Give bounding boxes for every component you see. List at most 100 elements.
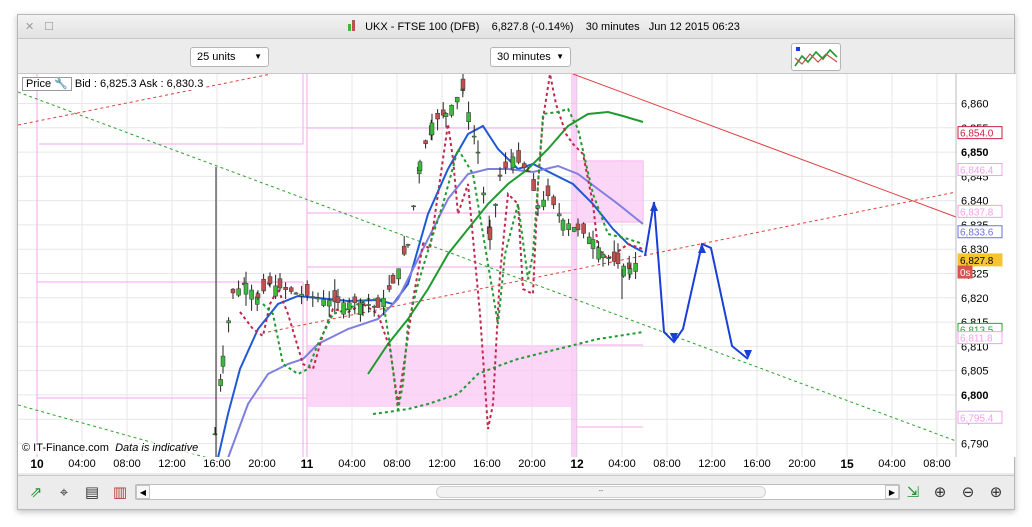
candle-bull [417, 161, 423, 171]
export-icon[interactable]: ⇗ [26, 482, 46, 502]
y-tick-label: 6,860 [961, 99, 989, 111]
candle-bull [443, 112, 449, 117]
x-tick-label: 04:00 [878, 458, 906, 470]
studies-icon[interactable]: ▥ [110, 482, 130, 502]
x-tick-label: 10 [30, 457, 44, 471]
candle-bull [633, 262, 638, 272]
interval-select[interactable]: 30 minutes ▼ [490, 47, 571, 67]
price-tag: 6,827.8 [957, 253, 1003, 267]
candle-bull [466, 112, 471, 122]
units-select[interactable]: 25 units ▼ [190, 47, 269, 67]
candle-bull [396, 268, 401, 280]
scroll-left-button[interactable]: ◀ [136, 485, 150, 499]
candle [460, 74, 466, 95]
candle-bull [411, 205, 416, 208]
candle [487, 219, 493, 250]
trend-indicator-button[interactable] [791, 43, 841, 71]
autoscale-icon[interactable]: ⇲ [903, 482, 923, 502]
candle-bear [460, 78, 466, 90]
close-icon[interactable]: ✕ [25, 20, 34, 33]
candle-bear [521, 163, 527, 169]
candle-bull [236, 288, 241, 296]
instrument-datetime: Jun 12 2015 06:23 [648, 21, 740, 33]
candle-bear [335, 296, 341, 303]
price-label[interactable]: Price 🔧 [22, 77, 72, 91]
x-tick-label: 08:00 [923, 458, 951, 470]
candle-bull [471, 135, 477, 138]
projection-arrows [644, 201, 752, 360]
candle [435, 109, 440, 131]
x-tick-label: 08:00 [113, 458, 141, 470]
maximize-icon[interactable]: ☐ [44, 20, 54, 33]
candle [545, 178, 551, 201]
candle [615, 243, 621, 269]
zoom-out-icon[interactable]: ⊖ [958, 482, 978, 502]
candle [332, 279, 338, 313]
candle-bull [243, 282, 249, 295]
candle-bull [481, 192, 486, 196]
x-tick-label: 20:00 [248, 458, 276, 470]
x-tick-label: 15 [840, 457, 854, 471]
drawing-tools-icon[interactable]: ▤ [82, 482, 102, 502]
ma-long [367, 110, 644, 375]
trend-icon [794, 47, 838, 67]
x-tick-label: 04:00 [338, 458, 366, 470]
candle-bear [487, 227, 493, 240]
price-tag-label: 6,795.4 [960, 413, 994, 424]
zoom-fit-icon[interactable]: ⊕ [930, 482, 950, 502]
candle-bear [352, 296, 358, 303]
candle [288, 286, 294, 295]
candle-bull [493, 203, 498, 206]
candle-bull [600, 253, 606, 259]
candle [611, 240, 617, 266]
candle-bear [611, 251, 617, 262]
candle-bull [293, 292, 299, 295]
price-tag-label: 6,837.8 [960, 207, 994, 218]
candle [273, 274, 278, 300]
candle [326, 291, 332, 317]
chevron-down-icon: ▼ [254, 52, 262, 61]
y-tick-label: 6,820 [961, 293, 989, 305]
scroll-right-button[interactable]: ▶ [885, 485, 899, 499]
candle-bull [371, 306, 377, 308]
candle-bull [571, 227, 577, 232]
candle [560, 218, 566, 237]
projection-path [644, 201, 749, 360]
x-tick-label: 12 [570, 457, 584, 471]
y-tick-label: 6,850 [961, 147, 989, 159]
candle-bull [606, 257, 611, 259]
price-header: Price 🔧 Bid : 6,825.3 Ask : 6,830.3 [20, 77, 206, 91]
copyright-note: Data is indicative [115, 442, 199, 454]
candle-bull [541, 199, 546, 207]
x-tick-label: 20:00 [518, 458, 546, 470]
x-axis: 10 04:00 08:00 12:00 16:00 20:00 11 04:00 08:00 1… [18, 457, 1014, 473]
candle-bear [435, 112, 440, 120]
candle [626, 255, 632, 281]
x-tick-label: 04:00 [68, 458, 96, 470]
crosshair-icon[interactable]: ⌖ [54, 482, 74, 502]
candle-bull [315, 297, 321, 300]
candle-bull [299, 293, 304, 297]
chart-scrollbar[interactable]: ◀ ┅ ▶ [135, 484, 900, 500]
candle [236, 280, 241, 298]
wrench-icon[interactable]: 🔧 [54, 78, 68, 90]
price-chart[interactable]: Price 🔧 Bid : 6,825.3 Ask : 6,830.3 6,86… [18, 73, 1016, 458]
candle-bull [590, 239, 596, 249]
x-tick-label: 16:00 [743, 458, 771, 470]
scroll-thumb[interactable]: ┅ [436, 486, 766, 498]
candle [249, 284, 254, 311]
candle-bear [375, 297, 381, 308]
candle [218, 374, 223, 392]
candle [443, 112, 449, 128]
zoom-in-icon[interactable]: ⊕ [986, 482, 1006, 502]
y-tick-label: 6,800 [961, 390, 989, 402]
price-tag-label: 0s [960, 268, 971, 279]
candle [411, 205, 416, 211]
units-select-value: 25 units [197, 51, 236, 63]
chart-window: ✕ ☐ UKX - FTSE 100 (DFB) 6,827.8 (-0.14%… [17, 14, 1016, 510]
candle [283, 282, 288, 299]
candle-bull [449, 104, 454, 116]
candle-bull [226, 320, 231, 324]
instrument-interval: 30 minutes [585, 21, 640, 33]
candle-bear [255, 293, 261, 299]
